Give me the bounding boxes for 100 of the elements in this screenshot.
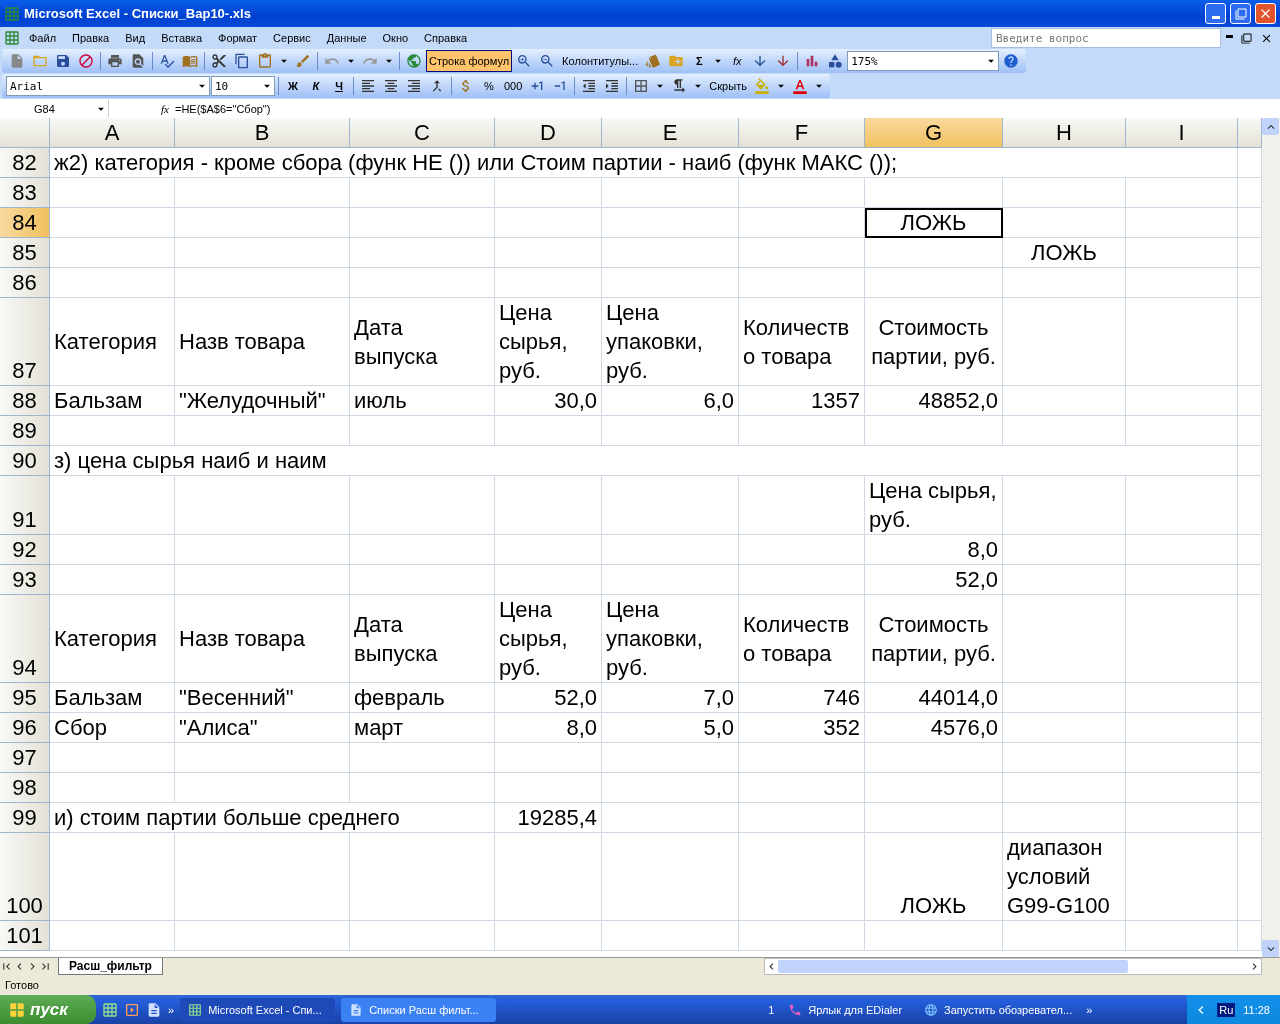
column-header[interactable]: H	[1003, 118, 1126, 148]
formula-text[interactable]: =НЕ($A$6="Сбор")	[175, 102, 1280, 115]
row-header[interactable]: 93	[0, 565, 50, 595]
table-cell: Бальзам	[50, 386, 175, 416]
percent-button[interactable]: %	[478, 75, 500, 97]
row-header[interactable]: 95	[0, 683, 50, 713]
zoom-dropdown[interactable]: 175%	[847, 51, 1000, 71]
menu-item[interactable]: Окно	[375, 30, 416, 46]
row-header[interactable]: 82	[0, 148, 50, 178]
restore-button[interactable]	[1230, 3, 1251, 24]
row-header[interactable]: 92	[0, 535, 50, 565]
quick-launch-link[interactable]: Ярлык для EDialer	[780, 997, 911, 1022]
row-header[interactable]: 83	[0, 178, 50, 208]
table-cell: и) стоим партии больше среднего	[50, 803, 495, 833]
table-cell: ЛОЖЬ	[1003, 238, 1126, 268]
table-cell: Дата выпуска	[350, 595, 495, 683]
menu-item[interactable]: Формат	[211, 30, 265, 46]
align-center-icon	[383, 78, 399, 94]
column-header[interactable]: G	[865, 118, 1003, 148]
row-header[interactable]: 97	[0, 743, 50, 773]
permission-icon	[78, 53, 94, 69]
column-header[interactable]: F	[739, 118, 865, 148]
document-icon	[349, 1002, 364, 1017]
row-header[interactable]: 90	[0, 446, 50, 476]
print-icon	[107, 53, 123, 69]
row-header[interactable]: 86	[0, 268, 50, 298]
bold-button[interactable]: Ж	[282, 75, 304, 97]
table-cell: Количество товара	[739, 298, 865, 386]
table-cell: 52,0	[865, 565, 1003, 595]
menu-item[interactable]: Вставка	[154, 30, 209, 46]
font-size-dropdown[interactable]: 10	[211, 76, 275, 96]
row-header[interactable]: 88	[0, 386, 50, 416]
quick-launch-link[interactable]: Запустить обозревател...	[916, 997, 1081, 1022]
horizontal-scrollbar[interactable]	[764, 958, 1262, 975]
language-indicator[interactable]: Ru	[1217, 1002, 1236, 1017]
insert-function-button[interactable]: fx	[726, 50, 749, 72]
thousands-button[interactable]: 000	[501, 75, 526, 97]
restore-button[interactable]	[1238, 32, 1255, 44]
scroll-up-button[interactable]	[1262, 118, 1279, 135]
row-header[interactable]: 98	[0, 773, 50, 803]
row-header[interactable]: 85	[0, 238, 50, 268]
scrollbar-thumb[interactable]	[778, 960, 1128, 973]
sheet-tab[interactable]: Расш_фильтр	[58, 958, 163, 975]
column-header[interactable]: B	[175, 118, 350, 148]
row-header[interactable]: 94	[0, 595, 50, 683]
cut-icon	[211, 53, 227, 69]
taskbar-button[interactable]: Microsoft Excel - Спи...	[180, 997, 336, 1022]
menu-item[interactable]: Сервис	[266, 30, 318, 46]
italic-button[interactable]: К	[305, 75, 327, 97]
decrease-indent-icon	[581, 78, 598, 94]
hide-button[interactable]: Скрыть	[706, 75, 750, 97]
spreadsheet-icon	[188, 1002, 203, 1017]
autosum-button[interactable]: Σ	[688, 50, 711, 72]
row-header[interactable]: 87	[0, 298, 50, 386]
zoom-in-icon	[516, 53, 533, 69]
column-header[interactable]: A	[50, 118, 175, 148]
table-cell: "Весенний"	[175, 683, 350, 713]
taskbar-button[interactable]: Списки Расш фильт...	[341, 997, 497, 1022]
column-header[interactable]: D	[495, 118, 602, 148]
name-box[interactable]: G84	[0, 100, 109, 117]
insert-function-label[interactable]: fx	[109, 102, 175, 115]
header-footer-button[interactable]: Колонтитулы...	[559, 50, 642, 72]
row-header[interactable]: 89	[0, 416, 50, 446]
column-header[interactable]: I	[1126, 118, 1238, 148]
menu-item[interactable]: Справка	[417, 30, 475, 46]
table-cell: 7,0	[602, 683, 739, 713]
row-header[interactable]: 96	[0, 713, 50, 743]
table-cell: март	[350, 713, 495, 743]
scroll-down-button[interactable]	[1262, 940, 1279, 957]
menu-item[interactable]: Данные	[319, 30, 374, 46]
more-button[interactable]: »	[168, 1003, 175, 1016]
more-button[interactable]: »	[1086, 1003, 1093, 1016]
row-header[interactable]: 101	[0, 921, 50, 951]
row-header[interactable]: 99	[0, 803, 50, 833]
row-header[interactable]: 91	[0, 476, 50, 535]
row-header[interactable]: 84	[0, 208, 50, 238]
menu-item[interactable]: Файл	[22, 30, 64, 46]
toolbar-number: 1	[768, 1003, 775, 1016]
help-search-field[interactable]: Введите вопрос	[991, 28, 1221, 48]
table-cell: Стоимость партии, руб.	[865, 595, 1003, 683]
table-cell: 8,0	[495, 713, 602, 743]
save-icon	[55, 53, 71, 69]
table-cell: Стоимость партии, руб.	[865, 298, 1003, 386]
table-cell: Цена сырья, руб.	[495, 595, 602, 683]
excel-icon	[4, 30, 20, 46]
table-cell: 6,0	[602, 386, 739, 416]
status-text: Готово	[5, 979, 39, 991]
column-header[interactable]: C	[350, 118, 495, 148]
row-header[interactable]: 100	[0, 833, 50, 921]
table-cell: Бальзам	[50, 683, 175, 713]
table-cell: 8,0	[865, 535, 1003, 565]
menu-item[interactable]: Вид	[118, 30, 153, 46]
font-dropdown[interactable]: Arial	[6, 76, 210, 96]
column-header[interactable]: E	[602, 118, 739, 148]
vertical-scrollbar[interactable]	[1262, 118, 1280, 957]
formula-bar-toggle[interactable]: Строка формул	[426, 50, 513, 72]
underline-button[interactable]: Ч	[328, 75, 350, 97]
align-left-icon	[360, 78, 376, 94]
cards-icon	[645, 53, 662, 69]
menu-item[interactable]: Правка	[65, 30, 117, 46]
